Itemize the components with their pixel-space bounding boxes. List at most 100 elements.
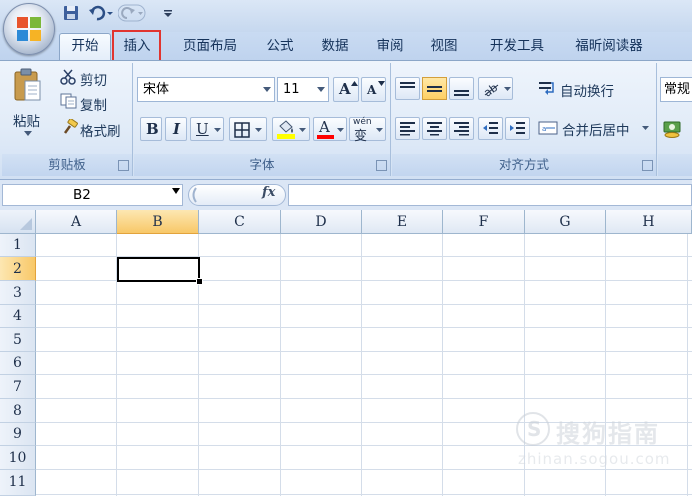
top-align-button[interactable] xyxy=(395,77,420,100)
number-format-combobox[interactable]: 常规 xyxy=(660,77,692,102)
customize-qat-icon[interactable] xyxy=(162,4,174,22)
phonetic-dropdown-icon[interactable] xyxy=(376,128,383,133)
undo-dropdown-icon[interactable] xyxy=(106,4,114,22)
font-group-label-text: 字体 xyxy=(249,157,275,172)
redo-icon[interactable] xyxy=(118,4,146,22)
row-header-6[interactable]: 6 xyxy=(0,352,36,375)
tab-page-layout[interactable]: 页面布局 xyxy=(173,34,247,58)
align-right-icon xyxy=(454,122,469,136)
orientation-button[interactable]: ab xyxy=(478,77,513,100)
formula-bar-splitter-icon[interactable] xyxy=(190,187,198,203)
alignment-group-label: 对齐方式 xyxy=(392,154,656,176)
row-header-4[interactable]: 4 xyxy=(0,305,36,328)
active-cell-b2[interactable] xyxy=(117,257,200,282)
shrink-font-button[interactable]: A xyxy=(361,77,386,102)
align-center-button[interactable] xyxy=(422,117,447,140)
paste-dropdown-icon[interactable] xyxy=(24,131,32,137)
row-header-10[interactable]: 10 xyxy=(0,446,36,470)
merge-center-dropdown-icon[interactable] xyxy=(642,126,649,131)
row-header-8[interactable]: 8 xyxy=(0,399,36,423)
italic-button[interactable]: I xyxy=(165,117,187,141)
middle-align-button[interactable] xyxy=(422,77,447,100)
tab-foxit-reader[interactable]: 福昕阅读器 xyxy=(565,34,653,58)
font-size-combobox[interactable]: 11 xyxy=(277,77,329,102)
fill-color-button[interactable] xyxy=(272,117,310,141)
fill-handle[interactable] xyxy=(196,278,203,285)
font-name-combobox[interactable]: 宋体 xyxy=(137,77,275,102)
tab-developer[interactable]: 开发工具 xyxy=(480,34,554,58)
column-header-g[interactable]: G xyxy=(525,210,606,234)
row-header-5[interactable]: 5 xyxy=(0,328,36,352)
font-color-glyph: A xyxy=(319,118,330,136)
tab-home[interactable]: 开始 xyxy=(59,33,111,61)
row-header-9[interactable]: 9 xyxy=(0,423,36,446)
fill-color-dropdown-icon[interactable] xyxy=(299,128,306,133)
row-header-2[interactable]: 2 xyxy=(0,257,36,281)
office-button[interactable] xyxy=(3,3,55,55)
column-header-h[interactable]: H xyxy=(606,210,692,234)
paste-button-label[interactable]: 粘贴 xyxy=(13,110,40,130)
font-dialog-launcher[interactable] xyxy=(376,160,387,171)
row-header-3[interactable]: 3 xyxy=(0,281,36,305)
tab-review[interactable]: 审阅 xyxy=(368,34,412,58)
copy-icon[interactable] xyxy=(60,93,78,109)
tab-data[interactable]: 数据 xyxy=(313,34,357,58)
column-header-a[interactable]: A xyxy=(36,210,117,234)
borders-dropdown-icon[interactable] xyxy=(255,128,262,133)
wrap-text-label[interactable]: 自动换行 xyxy=(560,80,614,100)
font-size-dropdown-icon[interactable] xyxy=(317,87,325,92)
grow-font-button[interactable]: A xyxy=(333,77,359,102)
decrease-indent-button[interactable] xyxy=(478,117,503,140)
borders-button[interactable] xyxy=(229,117,267,141)
bold-button[interactable]: B xyxy=(140,117,162,141)
increase-indent-button[interactable] xyxy=(505,117,530,140)
bottom-align-button[interactable] xyxy=(449,77,474,100)
format-painter-label[interactable]: 格式刷 xyxy=(80,120,121,140)
merge-center-icon[interactable]: a xyxy=(538,120,558,136)
insert-function-icon[interactable]: fx xyxy=(262,185,275,200)
column-header-c[interactable]: C xyxy=(199,210,281,234)
column-header-e[interactable]: E xyxy=(362,210,443,234)
align-left-icon xyxy=(400,122,415,136)
align-right-button[interactable] xyxy=(449,117,474,140)
copy-button-label[interactable]: 复制 xyxy=(80,94,107,114)
select-all-corner[interactable] xyxy=(0,210,36,234)
cut-icon[interactable] xyxy=(60,69,76,85)
tab-view[interactable]: 视图 xyxy=(422,34,466,58)
underline-dropdown-icon[interactable] xyxy=(214,128,221,133)
align-center-icon xyxy=(427,122,442,136)
column-header-f[interactable]: F xyxy=(443,210,525,234)
clipboard-dialog-launcher[interactable] xyxy=(118,160,129,171)
row-header-7[interactable]: 7 xyxy=(0,375,36,399)
cut-button-label[interactable]: 剪切 xyxy=(80,69,107,89)
undo-icon[interactable] xyxy=(88,4,106,22)
name-box[interactable]: B2 xyxy=(2,184,183,206)
column-header-b[interactable]: B xyxy=(117,210,199,234)
row-header-1[interactable]: 1 xyxy=(0,234,36,257)
formula-input[interactable] xyxy=(288,184,692,206)
accounting-format-icon[interactable] xyxy=(662,117,684,139)
font-name-dropdown-icon[interactable] xyxy=(263,87,271,92)
phonetic-guide-button[interactable]: wén 变 xyxy=(349,117,386,144)
underline-button[interactable]: U xyxy=(190,117,224,141)
column-header-d[interactable]: D xyxy=(281,210,362,234)
borders-icon xyxy=(234,122,250,138)
tab-formulas[interactable]: 公式 xyxy=(258,34,302,58)
row-header-11[interactable]: 11 xyxy=(0,470,36,496)
svg-text:a: a xyxy=(542,125,546,133)
save-icon[interactable] xyxy=(62,4,80,22)
align-left-button[interactable] xyxy=(395,117,420,140)
number-group-label xyxy=(658,154,692,176)
wrap-text-icon[interactable] xyxy=(538,80,556,98)
font-color-dropdown-icon[interactable] xyxy=(337,128,344,133)
alignment-dialog-launcher[interactable] xyxy=(642,160,653,171)
orientation-dropdown-icon[interactable] xyxy=(504,87,511,92)
font-color-button[interactable]: A xyxy=(313,117,347,141)
title-bar xyxy=(0,0,692,32)
merge-center-label[interactable]: 合并后居中 xyxy=(562,119,630,139)
shrink-arrow-icon xyxy=(378,81,385,86)
name-box-dropdown-icon[interactable] xyxy=(172,188,180,194)
format-painter-icon[interactable] xyxy=(62,119,78,135)
gridline xyxy=(280,234,281,496)
paste-icon[interactable] xyxy=(12,67,42,103)
